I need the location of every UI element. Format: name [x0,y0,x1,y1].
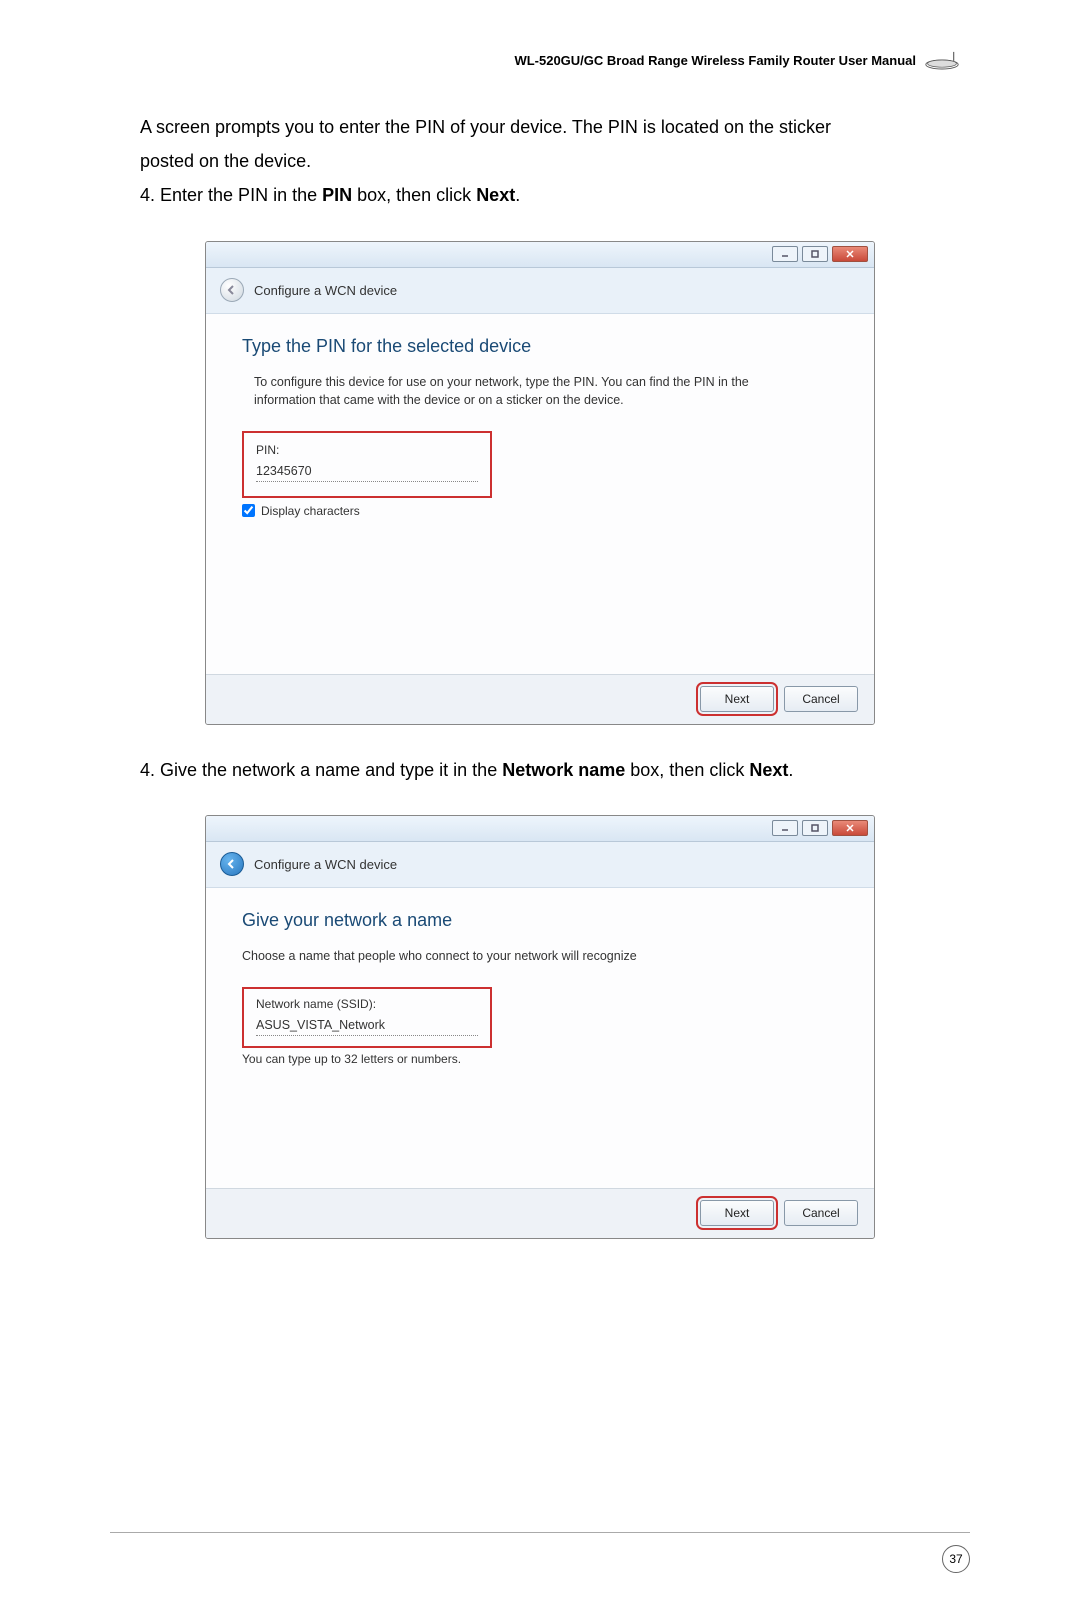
next-button[interactable]: Next [700,686,774,712]
wizard-title: Configure a WCN device [254,283,397,298]
window-titlebar [206,816,874,842]
step-4-pin: 4. Enter the PIN in the PIN box, then cl… [140,178,970,212]
wizard-header: Configure a WCN device [206,842,874,888]
page-footer: 37 [110,1532,970,1573]
back-button[interactable] [220,852,244,876]
dialog-footer: Next Cancel [206,674,874,724]
step4-text-e: . [515,185,520,205]
ssid-hint: You can type up to 32 letters or numbers… [242,1052,838,1066]
step4-text-pin: PIN [322,185,352,205]
step4-text-next: Next [476,185,515,205]
page-header: WL-520GU/GC Broad Range Wireless Family … [110,50,970,70]
mid-text-networkname: Network name [502,760,625,780]
close-icon[interactable] [832,246,868,262]
mid-text-c: box, then click [625,760,749,780]
intro-line-2: posted on the device. [140,144,970,178]
ssid-dialog-screenshot: Configure a WCN device Give your network… [205,815,875,1239]
dialog-heading: Type the PIN for the selected device [242,336,838,357]
dialog-description: To configure this device for use on your… [242,373,802,409]
dialog-content: Give your network a name Choose a name t… [206,888,874,1188]
window-titlebar [206,242,874,268]
minimize-icon[interactable] [772,246,798,262]
cancel-button[interactable]: Cancel [784,686,858,712]
router-icon [924,50,960,70]
pin-dialog-screenshot: Configure a WCN device Type the PIN for … [205,241,875,725]
ssid-label: Network name (SSID): [256,997,478,1011]
minimize-icon[interactable] [772,820,798,836]
step4-text-a: 4. Enter the PIN in the [140,185,322,205]
pin-label: PIN: [256,443,478,457]
next-button[interactable]: Next [700,1200,774,1226]
step-4-ssid: 4. Give the network a name and type it i… [140,753,970,787]
wizard-title: Configure a WCN device [254,857,397,872]
ssid-block-highlight: Network name (SSID): [242,987,492,1048]
display-characters-checkbox[interactable] [242,504,255,517]
intro-line-1: A screen prompts you to enter the PIN of… [140,110,970,144]
maximize-icon[interactable] [802,246,828,262]
dialog-description: Choose a name that people who connect to… [242,947,838,965]
pin-block-highlight: PIN: [242,431,492,498]
mid-paragraph: 4. Give the network a name and type it i… [140,753,970,787]
cancel-button[interactable]: Cancel [784,1200,858,1226]
dialog-heading: Give your network a name [242,910,838,931]
manual-title: WL-520GU/GC Broad Range Wireless Family … [514,53,916,68]
page-number: 37 [942,1545,970,1573]
display-characters-row[interactable]: Display characters [242,504,838,518]
pin-input[interactable] [256,461,478,482]
manual-page: WL-520GU/GC Broad Range Wireless Family … [0,0,1080,1619]
ssid-input[interactable] [256,1015,478,1036]
close-icon[interactable] [832,820,868,836]
mid-text-e: . [788,760,793,780]
display-characters-label: Display characters [261,504,360,518]
dialog-footer: Next Cancel [206,1188,874,1238]
back-button-disabled [220,278,244,302]
intro-paragraph: A screen prompts you to enter the PIN of… [140,110,970,213]
wizard-header: Configure a WCN device [206,268,874,314]
mid-text-next: Next [749,760,788,780]
maximize-icon[interactable] [802,820,828,836]
step4-text-c: box, then click [352,185,476,205]
dialog-content: Type the PIN for the selected device To … [206,314,874,674]
mid-text-a: 4. Give the network a name and type it i… [140,760,502,780]
